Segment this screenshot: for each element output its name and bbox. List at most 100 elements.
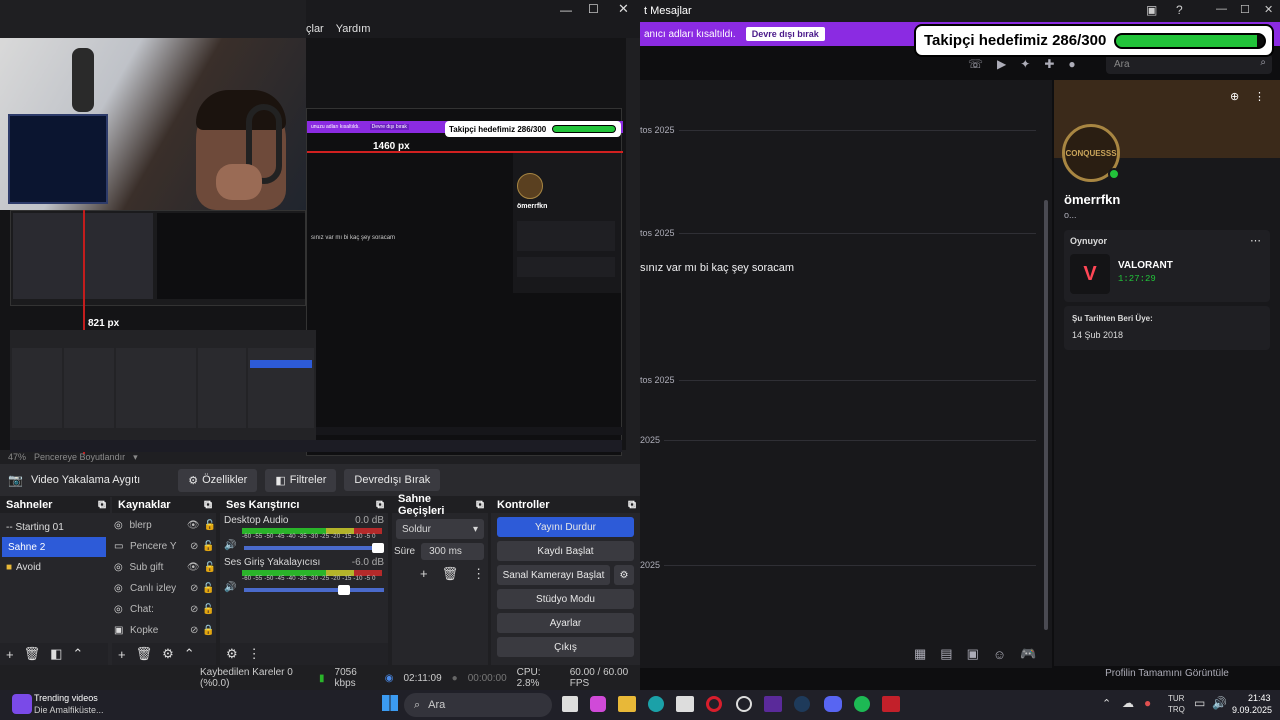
undock-icon[interactable]: ⧉ — [204, 499, 212, 512]
chat-scrollbar[interactable] — [1044, 200, 1048, 630]
close-icon[interactable]: ✕ — [618, 1, 629, 17]
gif-icon[interactable]: ▤ — [940, 646, 952, 662]
eye-off-icon[interactable]: ⊘ — [190, 583, 198, 594]
source-row[interactable]: ▣ Kopke ⊘ 🔒 — [112, 620, 216, 641]
properties-button[interactable]: ⚙ Özellikler — [178, 468, 258, 492]
gamepad-icon[interactable]: 🎮 — [1020, 646, 1036, 662]
video-icon[interactable]: ▶ — [997, 57, 1006, 71]
opera-icon[interactable] — [706, 696, 722, 712]
lock-icon[interactable]: 🔓 — [202, 583, 214, 594]
volume-icon[interactable]: 🔊 — [1212, 696, 1227, 710]
eye-off-icon[interactable]: ⊘ — [190, 604, 198, 615]
move-up-icon[interactable]: ⌃ — [72, 646, 83, 662]
next-app-icon[interactable] — [764, 696, 782, 712]
chevron-down-icon[interactable]: ▾ — [133, 452, 138, 463]
undock-icon[interactable]: ⧉ — [476, 499, 484, 512]
lock-icon[interactable]: 🔒 — [202, 625, 214, 636]
mic-icon[interactable]: ● — [1144, 696, 1151, 710]
volume-knob[interactable] — [338, 584, 351, 595]
screen-icon[interactable]: ▣ — [1146, 3, 1157, 17]
obs-icon[interactable] — [736, 696, 752, 712]
settings-button[interactable]: Ayarlar — [497, 613, 634, 633]
view-full-profile[interactable]: Profilin Tamamını Görüntüle — [1054, 664, 1280, 682]
copilot-icon[interactable] — [590, 696, 606, 712]
undock-icon[interactable]: ⧉ — [628, 499, 636, 512]
file-explorer-icon[interactable] — [618, 696, 636, 712]
gear-icon[interactable]: ⚙ — [614, 565, 634, 585]
pin-icon[interactable]: ✦ — [1020, 57, 1030, 71]
more-icon[interactable]: ⋮ — [248, 646, 261, 662]
scene-item-active[interactable]: Sahne 2 — [2, 537, 106, 557]
search-icon[interactable]: ⌕ — [1260, 57, 1266, 68]
speaker-icon[interactable]: 🔊 — [224, 540, 236, 551]
maximize-icon[interactable]: ☐ — [588, 2, 599, 16]
user-icon[interactable]: ● — [1068, 57, 1075, 71]
add-friend-icon[interactable]: ⊕ — [1230, 90, 1239, 103]
gear-icon[interactable]: ⚙ — [162, 646, 174, 662]
source-row[interactable]: ▭ Pencere Y ⊘ 🔓 — [112, 536, 216, 557]
deactivate-button[interactable]: Devredışı Bırak — [344, 469, 441, 491]
duration-input[interactable]: 300 ms — [421, 543, 484, 560]
news-subtitle[interactable]: Die Amalfiküste... — [34, 705, 104, 715]
close-icon[interactable]: ✕ — [1264, 3, 1273, 16]
windows-start-icon[interactable] — [382, 695, 398, 711]
help-icon[interactable]: ? — [1176, 3, 1183, 17]
settings-icon[interactable]: ⚙ — [226, 646, 238, 662]
scene-item[interactable]: -- Starting 01 — [0, 517, 108, 537]
call-icon[interactable]: ☏ — [968, 57, 983, 71]
spotify-icon[interactable] — [854, 696, 870, 712]
eye-off-icon[interactable]: ⊘ — [190, 541, 198, 552]
menu-item-tools[interactable]: çlar — [306, 23, 324, 35]
trash-icon[interactable]: 🗑 — [136, 646, 153, 662]
discord-icon[interactable] — [824, 696, 842, 712]
more-icon[interactable]: ⋮ — [472, 566, 485, 582]
obs-preview[interactable]: unuzu adları kısaltıldı. Devre dışı bıra… — [0, 38, 626, 456]
eye-icon[interactable]: 👁 — [187, 520, 200, 531]
add-source-icon[interactable]: + — [118, 647, 126, 662]
lock-icon[interactable]: 🔓 — [202, 541, 214, 552]
minimize-icon[interactable]: — — [1216, 3, 1227, 15]
lock-icon[interactable]: 🔓 — [204, 562, 216, 573]
scene-item[interactable]: ■ Avoid — [0, 557, 108, 577]
minimize-icon[interactable]: — — [560, 3, 572, 17]
source-row[interactable]: ◎ Chat: ⊘ 🔓 — [112, 599, 216, 620]
trash-icon[interactable]: 🗑 — [24, 646, 41, 662]
task-view-icon[interactable] — [562, 696, 578, 712]
volume-slider[interactable] — [244, 584, 384, 595]
taskbar-search[interactable]: ⌕ Ara — [404, 693, 552, 717]
start-recording-button[interactable]: Kaydı Başlat — [497, 541, 634, 561]
undock-icon[interactable]: ⧉ — [376, 499, 384, 512]
trash-icon[interactable]: 🗑 — [442, 566, 459, 582]
volume-slider[interactable] — [244, 542, 384, 553]
source-row[interactable]: ◎ Sub gift 👁 🔓 — [112, 557, 216, 578]
emoji-icon[interactable]: ☺ — [993, 647, 1006, 662]
undock-icon[interactable]: ⧉ — [98, 499, 106, 512]
twitch-search[interactable]: Ara ⌕ — [1106, 54, 1272, 74]
add-user-icon[interactable]: ✚ — [1044, 57, 1054, 71]
lock-icon[interactable]: 🔓 — [202, 604, 214, 615]
source-row[interactable]: ◎ Canlı izley ⊘ 🔓 — [112, 578, 216, 599]
move-up-icon[interactable]: ⌃ — [184, 646, 195, 662]
source-row[interactable]: ◎ blerp 👁 🔓 — [112, 515, 216, 536]
steam-icon[interactable] — [794, 696, 810, 712]
menu-item-help[interactable]: Yardım — [336, 23, 371, 35]
clock-date[interactable]: 9.09.2025 — [1232, 705, 1272, 715]
filters-button[interactable]: ◧ Filtreler — [265, 468, 337, 492]
scene-filter-icon[interactable]: ◧ — [50, 646, 62, 662]
language-bottom[interactable]: TRQ — [1168, 705, 1185, 714]
language-top[interactable]: TUR — [1168, 694, 1184, 703]
news-title[interactable]: Trending videos — [34, 693, 98, 703]
stop-stream-button[interactable]: Yayını Durdur — [497, 517, 634, 537]
studio-mode-button[interactable]: Stüdyo Modu — [497, 589, 634, 609]
clock-time[interactable]: 21:43 — [1248, 693, 1271, 703]
lock-icon[interactable]: 🔓 — [204, 520, 216, 531]
tray-chevron-icon[interactable]: ⌃ — [1102, 697, 1111, 710]
eye-icon[interactable]: 👁 — [187, 562, 200, 573]
volume-knob[interactable] — [372, 542, 384, 553]
maximize-icon[interactable]: ☐ — [1240, 3, 1250, 16]
cloud-icon[interactable]: ☁ — [1122, 696, 1134, 710]
more-icon[interactable]: ⋯ — [1250, 234, 1261, 247]
sticker-icon[interactable]: ▣ — [967, 646, 979, 662]
edge-icon[interactable] — [648, 696, 664, 712]
disable-button[interactable]: Devre dışı bırak — [745, 27, 825, 41]
